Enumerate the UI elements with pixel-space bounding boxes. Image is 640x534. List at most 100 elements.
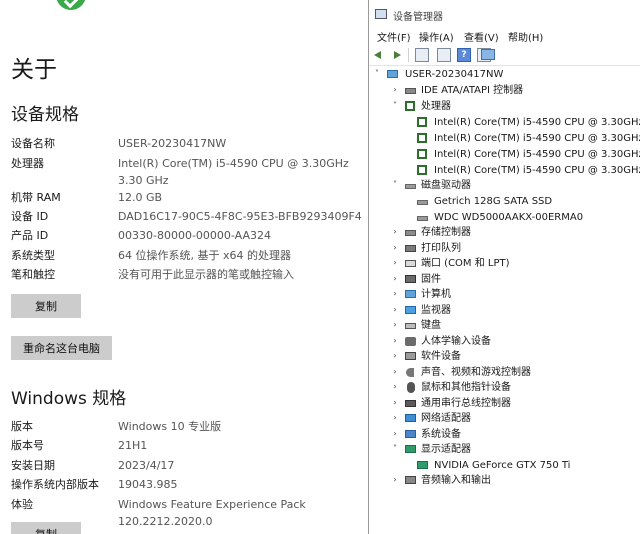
disk-drive-icon	[405, 184, 416, 189]
collapse-chevron-icon[interactable]: ›	[391, 275, 399, 283]
menu-bar: 文件(F) 操作(A) 查看(V) 帮助(H)	[369, 28, 640, 44]
device-specs-heading: 设备规格	[11, 105, 79, 125]
storage-controller-icon	[405, 230, 416, 236]
properties-icon[interactable]	[437, 48, 451, 62]
scan-hardware-icon[interactable]	[481, 49, 495, 60]
toolbar-divider	[408, 48, 409, 62]
windows-specs-heading: Windows 规格	[11, 389, 127, 409]
tree-item-label: 存储控制器	[421, 227, 471, 238]
expand-chevron-icon[interactable]: ˅	[391, 445, 399, 453]
spec-label: 体验	[11, 498, 33, 511]
tree-item-label: 音频输入和输出	[421, 475, 491, 486]
tree-item-label: 人体学输入设备	[421, 336, 491, 347]
spec-label: 安装日期	[11, 459, 55, 472]
menu-view[interactable]: 查看(V)	[464, 29, 499, 44]
collapse-chevron-icon[interactable]: ›	[391, 368, 399, 376]
collapse-chevron-icon[interactable]: ›	[391, 306, 399, 314]
display-adapter-icon	[417, 461, 428, 469]
tree-item-label: Intel(R) Core(TM) i5-4590 CPU @ 3.30GHz	[434, 133, 640, 144]
spec-value: USER-20230417NW	[118, 137, 227, 150]
collapse-chevron-icon[interactable]: ›	[391, 383, 399, 391]
collapse-chevron-icon[interactable]: ›	[391, 321, 399, 329]
check-shield-icon	[56, 0, 86, 10]
collapse-chevron-icon[interactable]: ›	[391, 414, 399, 422]
spec-value: Intel(R) Core(TM) i5-4590 CPU @ 3.30GHz …	[118, 157, 349, 187]
spec-value: 21H1	[118, 439, 148, 452]
back-arrow-icon[interactable]	[373, 48, 387, 62]
spec-label: 处理器	[11, 157, 44, 170]
spec-label: 操作系统内部版本	[11, 478, 99, 491]
collapse-chevron-icon[interactable]: ›	[391, 476, 399, 484]
system-device-icon	[405, 430, 416, 438]
window-title: 设备管理器	[393, 12, 443, 23]
spec-value: 2023/4/17	[118, 459, 175, 472]
tree-item-label: 鼠标和其他指针设备	[421, 382, 511, 393]
collapse-chevron-icon[interactable]: ›	[391, 244, 399, 252]
usb-icon	[405, 400, 416, 407]
help-icon[interactable]: ?	[457, 48, 471, 62]
spec-value: DAD16C17-90C5-4F8C-95E3-BFB9293409F4	[118, 210, 362, 223]
collapse-chevron-icon[interactable]: ›	[391, 86, 399, 94]
keyboard-icon	[405, 323, 416, 329]
spec-value: 00330-80000-00000-AA324	[118, 229, 271, 242]
device-manager-window: 设备管理器 文件(F) 操作(A) 查看(V) 帮助(H) ? ˅ USER-2…	[368, 0, 640, 534]
spec-label: 设备 ID	[11, 210, 49, 223]
hid-icon	[405, 337, 416, 346]
title-bar: 设备管理器	[369, 0, 640, 28]
disk-drive-icon	[417, 216, 428, 221]
tree-item-label: Getrich 128G SATA SSD	[434, 196, 553, 207]
tree-item-label: 处理器	[421, 101, 451, 112]
collapse-chevron-icon[interactable]: ›	[391, 337, 399, 345]
collapse-chevron-icon[interactable]: ›	[391, 290, 399, 298]
spec-label: 机带 RAM	[11, 191, 61, 204]
collapse-chevron-icon[interactable]: ›	[391, 352, 399, 360]
show-hide-console-tree-icon[interactable]	[415, 48, 429, 62]
computer-icon	[387, 70, 398, 78]
processor-icon	[417, 149, 427, 159]
spec-value: Windows Feature Experience Pack 120.2212…	[118, 498, 306, 528]
spec-value: 没有可用于此显示器的笔或触控输入	[118, 268, 294, 281]
tree-item-label: 声音、视频和游戏控制器	[421, 367, 531, 378]
processor-icon	[417, 165, 427, 175]
spec-label: 系统类型	[11, 249, 55, 262]
tree-item-label: 监视器	[421, 305, 451, 316]
spec-label: 设备名称	[11, 137, 55, 150]
spec-label: 笔和触控	[11, 268, 55, 281]
spec-value: 19043.985	[118, 478, 178, 491]
tree-item-label: 软件设备	[421, 351, 461, 362]
mouse-icon	[407, 382, 415, 393]
collapse-chevron-icon[interactable]: ›	[391, 259, 399, 267]
monitor-icon	[405, 306, 416, 314]
menu-action[interactable]: 操作(A)	[419, 29, 454, 44]
forward-arrow-icon[interactable]	[389, 48, 403, 62]
expand-chevron-icon[interactable]: ˅	[391, 102, 399, 110]
tree-item-label: IDE ATA/ATAPI 控制器	[421, 85, 524, 96]
tree-item-label: 固件	[421, 274, 441, 285]
port-icon	[405, 260, 416, 267]
menu-help[interactable]: 帮助(H)	[508, 29, 543, 44]
tree-item-label: USER-20230417NW	[405, 69, 504, 80]
collapse-chevron-icon[interactable]: ›	[391, 430, 399, 438]
tree-item-label: 通用串行总线控制器	[421, 398, 511, 409]
rename-pc-button[interactable]: 重命名这台电脑	[11, 336, 112, 360]
device-manager-icon	[375, 9, 387, 19]
tree-item-label: 显示适配器	[421, 444, 471, 455]
expand-chevron-icon[interactable]: ˅	[391, 181, 399, 189]
tree-item-label: Intel(R) Core(TM) i5-4590 CPU @ 3.30GHz	[434, 149, 640, 160]
software-device-icon	[405, 352, 416, 360]
spec-label: 版本号	[11, 439, 44, 452]
expand-chevron-icon[interactable]: ˅	[373, 70, 381, 78]
spec-value: 64 位操作系统, 基于 x64 的处理器	[118, 249, 291, 262]
ide-controller-icon	[405, 88, 416, 94]
network-adapter-icon	[405, 414, 416, 422]
tree-item-label: Intel(R) Core(TM) i5-4590 CPU @ 3.30GHz	[434, 165, 640, 176]
menu-file[interactable]: 文件(F)	[377, 29, 411, 44]
tree-item-label: 计算机	[421, 289, 451, 300]
copy-windows-specs-button[interactable]: 复制	[11, 522, 81, 534]
display-adapter-icon	[405, 445, 416, 453]
copy-device-specs-button[interactable]: 复制	[11, 294, 81, 318]
collapse-chevron-icon[interactable]: ›	[391, 228, 399, 236]
spec-value: 12.0 GB	[118, 191, 163, 204]
spec-label: 版本	[11, 420, 33, 433]
collapse-chevron-icon[interactable]: ›	[391, 399, 399, 407]
